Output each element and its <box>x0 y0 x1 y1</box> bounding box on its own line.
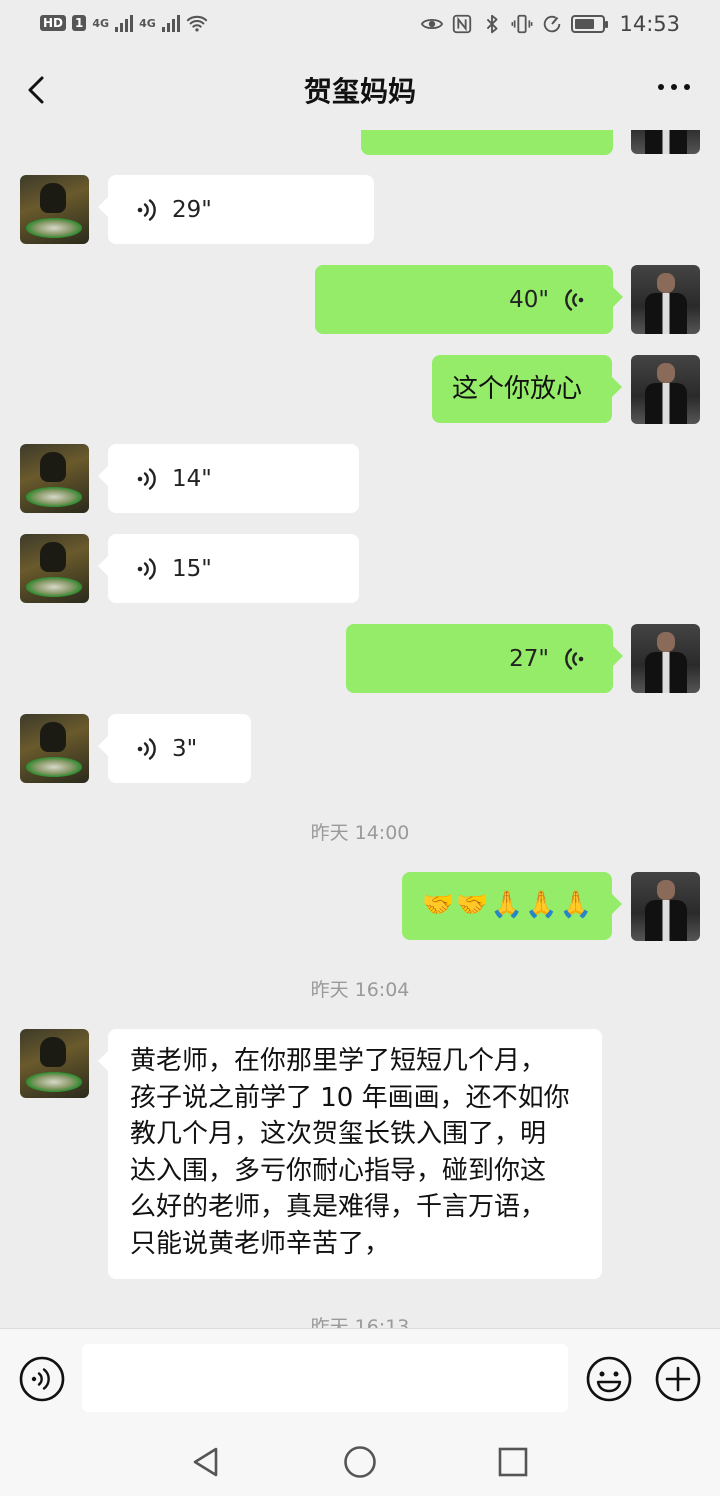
nfc-icon <box>453 14 472 34</box>
nav-recents-square-icon[interactable] <box>495 1444 531 1480</box>
timestamp: 昨天 16:13 <box>310 1316 410 1328</box>
voice-wave-icon <box>137 557 156 580</box>
avatar-contact[interactable] <box>20 534 89 603</box>
eye-icon <box>421 18 444 30</box>
message-line: 孩子说之前学了 10 年画画，还不如你 <box>130 1082 570 1113</box>
timestamp: 昨天 14:00 <box>310 822 410 844</box>
voice-message[interactable]: 14" <box>98 444 359 513</box>
message-input[interactable] <box>82 1344 568 1412</box>
status-bar: HD 1 4G 4G 14:53 <box>0 0 720 50</box>
avatar-self[interactable] <box>631 130 700 154</box>
voice-duration: 27" <box>509 645 549 672</box>
voice-wave-icon <box>137 198 156 221</box>
wifi-icon <box>186 15 207 32</box>
voice-duration: 29" <box>172 196 212 223</box>
hd-badge: HD <box>40 15 67 31</box>
message-text: 🤝🤝🙏🙏🙏 <box>422 890 594 920</box>
emoji-icon[interactable] <box>585 1355 633 1403</box>
message-bubble-partial[interactable] <box>361 130 613 155</box>
text-message[interactable]: 这个你放心 <box>432 355 622 423</box>
voice-input-icon[interactable] <box>18 1355 66 1403</box>
data-saver-icon <box>544 15 561 33</box>
more-dots-icon[interactable] <box>658 84 690 90</box>
voice-wave-icon <box>137 737 156 760</box>
voice-duration: 14" <box>172 465 212 492</box>
vibrate-icon <box>512 14 533 34</box>
voice-duration: 3" <box>172 735 198 762</box>
avatar-contact[interactable] <box>20 175 89 244</box>
system-nav-bar <box>0 1428 720 1496</box>
nav-home-circle-icon[interactable] <box>342 1444 378 1480</box>
network-type-1: 4G <box>92 16 110 30</box>
voice-wave-icon <box>565 288 584 311</box>
voice-wave-icon <box>137 467 156 490</box>
avatar-self[interactable] <box>631 265 700 334</box>
network-type-2: 4G <box>139 16 156 30</box>
signal-icon <box>115 14 134 32</box>
voice-message[interactable]: 40" <box>315 265 623 334</box>
text-message[interactable]: 黄老师，在你那里学了短短几个月， 孩子说之前学了 10 年画画，还不如你 教几个… <box>98 1029 602 1279</box>
battery-icon <box>571 15 609 33</box>
message-line: 教几个月，这次贺玺长铁入围了，明 <box>130 1119 547 1149</box>
message-line: 达入围，多亏你耐心指导，碰到你这 <box>130 1155 547 1186</box>
clock: 14:53 <box>619 12 680 36</box>
avatar-self[interactable] <box>631 355 700 424</box>
voice-wave-icon <box>565 647 584 670</box>
timestamp: 昨天 16:04 <box>310 979 410 1001</box>
chat-header: 贺玺妈妈 <box>0 50 720 130</box>
message-line: 只能说黄老师辛苦了， <box>130 1228 391 1259</box>
voice-message[interactable]: 15" <box>98 534 359 603</box>
voice-duration: 15" <box>172 555 212 582</box>
avatar-contact[interactable] <box>20 714 89 783</box>
sim-badge: 1 <box>72 15 87 31</box>
message-line: 么好的老师，真是难得，千言万语， <box>130 1192 547 1222</box>
bluetooth-icon <box>487 14 498 34</box>
nav-back-triangle-icon[interactable] <box>188 1444 224 1480</box>
voice-duration: 40" <box>509 286 549 313</box>
chat-area[interactable]: 29" 40" 这个你放心 14" 15" 27" 3" 昨天 14:00 🤝🤝… <box>0 130 720 1328</box>
voice-message[interactable]: 3" <box>98 714 251 783</box>
avatar-self[interactable] <box>631 872 700 941</box>
plus-icon[interactable] <box>654 1355 702 1403</box>
avatar-contact[interactable] <box>20 1029 89 1098</box>
voice-message[interactable]: 27" <box>346 624 623 693</box>
signal-icon-2 <box>161 14 180 32</box>
emoji-message[interactable]: 🤝🤝🙏🙏🙏 <box>402 872 622 940</box>
avatar-contact[interactable] <box>20 444 89 513</box>
input-bar <box>0 1328 720 1428</box>
voice-message[interactable]: 29" <box>98 175 374 244</box>
avatar-self[interactable] <box>631 624 700 693</box>
page-title: 贺玺妈妈 <box>303 75 416 108</box>
message-line: 黄老师，在你那里学了短短几个月， <box>130 1046 547 1076</box>
message-text: 这个你放心 <box>452 374 583 404</box>
